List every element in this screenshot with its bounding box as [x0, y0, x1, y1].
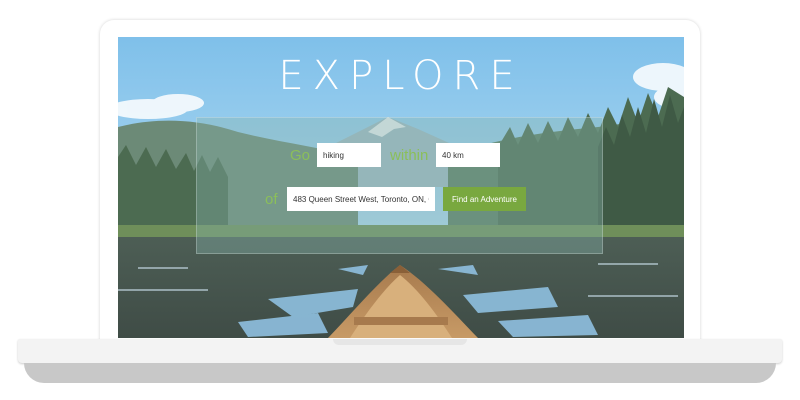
laptop-foot — [24, 363, 776, 383]
of-label: of — [265, 191, 278, 208]
activity-input[interactable] — [317, 143, 381, 167]
within-label: within — [390, 147, 429, 164]
search-panel — [196, 117, 603, 254]
address-input[interactable] — [287, 187, 435, 211]
laptop-notch — [333, 339, 467, 345]
distance-input[interactable] — [436, 143, 500, 167]
find-adventure-button[interactable]: Find an Adventure — [443, 187, 526, 211]
hero-title: EXPLORE — [278, 53, 524, 99]
go-label: Go — [290, 147, 311, 164]
browser-screen: EXPLORE Go within of Find an Adventure — [118, 37, 684, 338]
